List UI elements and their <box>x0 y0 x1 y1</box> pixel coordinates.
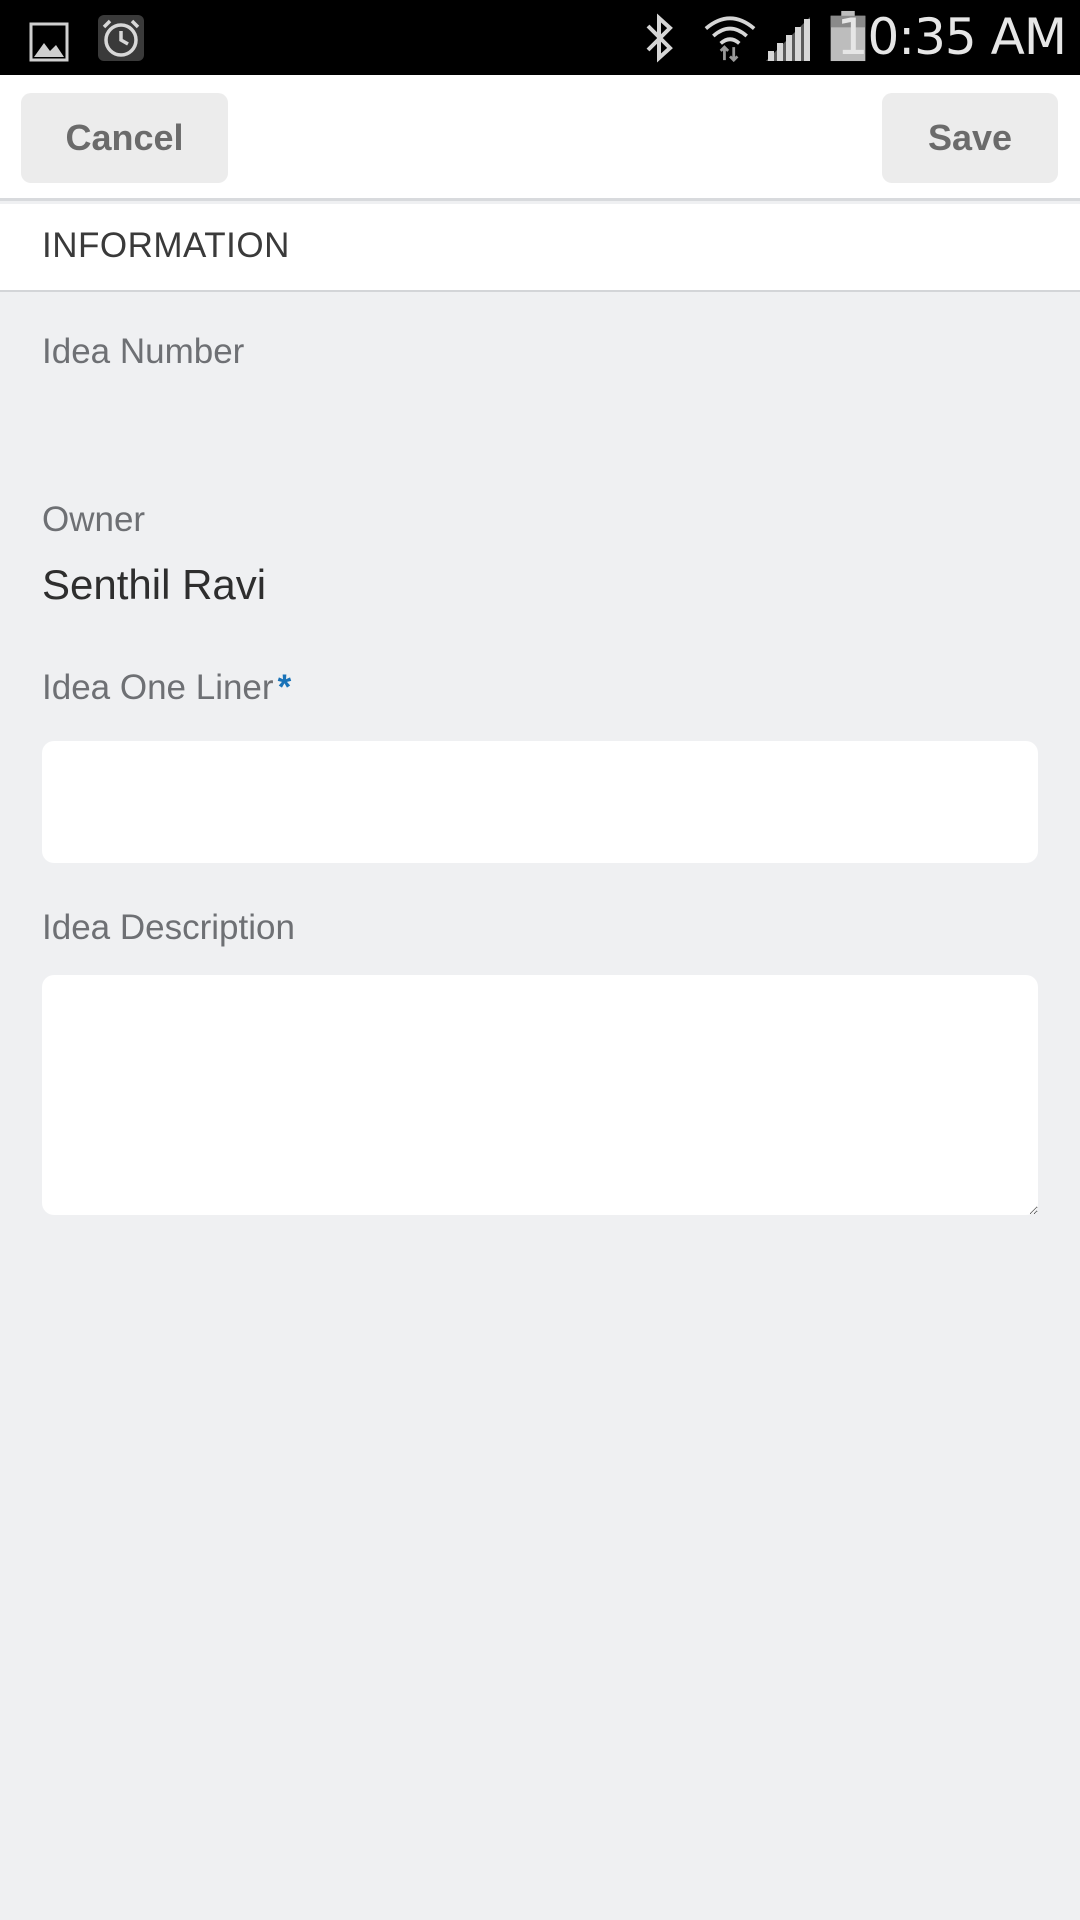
image-icon <box>29 22 69 62</box>
alarm-icon <box>98 15 144 61</box>
idea-description-textarea[interactable] <box>42 975 1038 1215</box>
section-title: INFORMATION <box>42 226 290 265</box>
required-marker: * <box>277 668 292 707</box>
status-time: 10:35 AM <box>836 8 1067 66</box>
signal-icon <box>766 17 810 61</box>
cancel-button[interactable]: Cancel <box>21 93 228 183</box>
section-header: INFORMATION <box>0 204 1080 292</box>
idea-one-liner-input[interactable] <box>42 741 1038 863</box>
save-button[interactable]: Save <box>882 93 1058 183</box>
idea-description-label: Idea Description <box>42 908 295 947</box>
idea-number-label: Idea Number <box>42 332 245 371</box>
owner-label: Owner <box>42 500 146 539</box>
header-toolbar: Cancel Save <box>0 75 1080 201</box>
status-bar: 10:35 AM <box>0 0 1080 75</box>
wifi-icon <box>704 16 756 62</box>
idea-one-liner-label: Idea One Liner * <box>42 668 291 708</box>
idea-one-liner-label-text: Idea One Liner <box>42 668 274 707</box>
owner-value: Senthil Ravi <box>42 561 267 608</box>
bluetooth-icon <box>646 13 673 63</box>
